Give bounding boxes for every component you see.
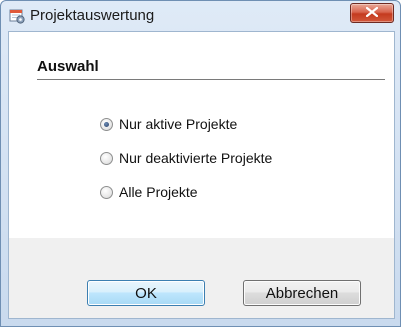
radio-button-active[interactable] — [100, 117, 113, 131]
content-panel: Auswahl Nur aktive Projekte Nur deaktivi… — [9, 32, 394, 238]
radio-button-all[interactable] — [100, 185, 113, 199]
close-button[interactable] — [350, 3, 394, 23]
radio-option-active[interactable]: Nur aktive Projekte — [100, 115, 237, 133]
dialog-client-area: Auswahl Nur aktive Projekte Nur deaktivi… — [8, 31, 395, 319]
dialog-window: Projektauswertung Auswahl Nur aktive Pro… — [0, 0, 401, 327]
radio-label-deactivated: Nur deaktivierte Projekte — [119, 150, 273, 166]
section-divider — [37, 79, 385, 80]
radio-label-all: Alle Projekte — [119, 184, 198, 200]
section-heading: Auswahl — [37, 58, 99, 75]
cancel-button[interactable]: Abbrechen — [243, 280, 361, 306]
close-icon — [366, 7, 378, 17]
radio-label-active: Nur aktive Projekte — [119, 116, 238, 132]
radio-option-all[interactable]: Alle Projekte — [100, 183, 198, 201]
radio-button-deactivated[interactable] — [100, 151, 113, 165]
window-title: Projektauswertung — [30, 7, 155, 24]
title-bar[interactable]: Projektauswertung — [1, 1, 400, 31]
calendar-gear-icon — [9, 8, 25, 24]
radio-option-deactivated[interactable]: Nur deaktivierte Projekte — [100, 149, 272, 167]
button-bar: OK Abbrechen — [9, 238, 394, 318]
ok-button[interactable]: OK — [87, 280, 205, 306]
